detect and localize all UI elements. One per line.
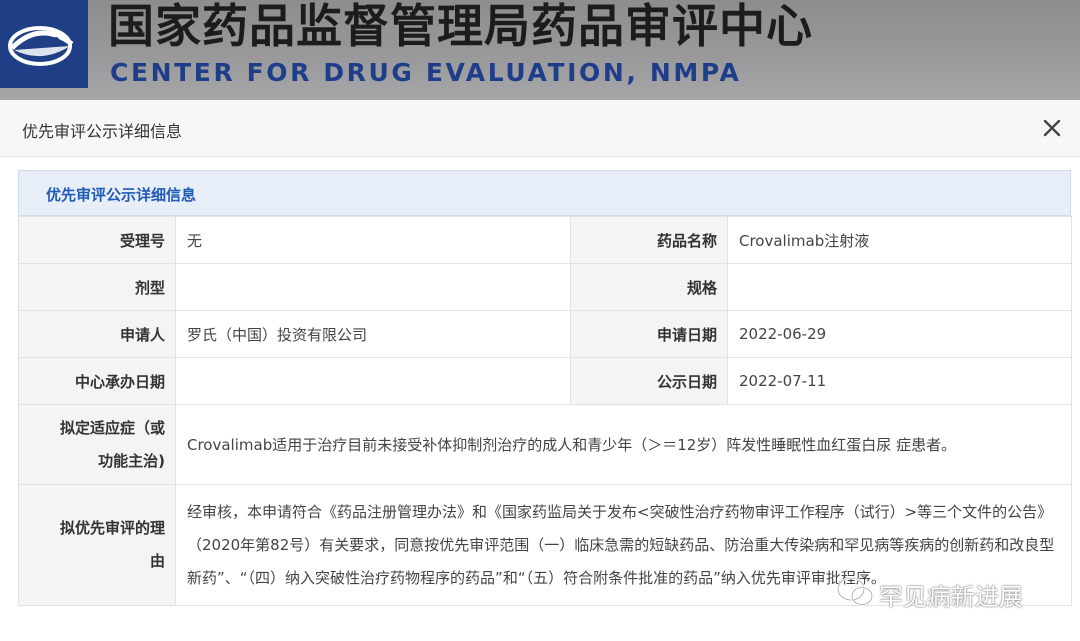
table-row: 申请人 罗氏（中国）投资有限公司 申请日期 2022-06-29 [18,310,1072,358]
wechat-icon [836,576,874,606]
cde-logo-icon [0,0,88,88]
table-row: 中心承办日期 公示日期 2022-07-11 [18,357,1072,405]
indication-label-line2: 功能主治) [98,451,165,470]
dosage-form-label: 剂型 [18,263,176,311]
center-date-label: 中心承办日期 [18,357,176,405]
dialog-content: 优先审评公示详细信息 受理号 无 药品名称 Crovalimab注射液 剂型 规… [0,157,1080,641]
detail-table: 受理号 无 药品名称 Crovalimab注射液 剂型 规格 申请人 罗氏（中国… [18,216,1072,606]
indication-label-line1: 拟定适应症（或 [59,418,165,437]
indication-label: 拟定适应症（或 功能主治) [18,404,176,485]
watermark-text: 罕见病新进展 [879,583,1023,611]
watermark: 罕见病新进展 [835,573,1055,613]
acceptance-no-label: 受理号 [18,216,176,264]
indication-value: Crovalimab适用于治疗目前未接受补体抑制剂治疗的成人和青少年（＞＝12岁… [175,404,1072,485]
drug-name-value: Crovalimab注射液 [727,216,1072,264]
reason-label: 拟优先审评的理 由 [18,484,176,606]
reason-label-line2: 由 [149,552,165,570]
applicant-value: 罗氏（中国）投资有限公司 [175,310,571,358]
site-title-en: CENTER FOR DRUG EVALUATION, NMPA [110,58,742,87]
application-date-value: 2022-06-29 [727,310,1072,358]
publicity-date-value: 2022-07-11 [727,357,1072,405]
table-row: 拟定适应症（或 功能主治) Crovalimab适用于治疗目前未接受补体抑制剂治… [18,404,1072,485]
specification-value [727,263,1072,311]
section-header: 优先审评公示详细信息 [18,170,1071,216]
dialog-title: 优先审评公示详细信息 [22,122,183,141]
acceptance-no-value: 无 [175,216,571,264]
reason-label-line1: 拟优先审评的理 [59,519,165,537]
table-row: 剂型 规格 [18,263,1072,311]
specification-label: 规格 [570,263,728,311]
application-date-label: 申请日期 [570,310,728,358]
drug-name-label: 药品名称 [570,216,728,264]
header-banner: 国家药品监督管理局药品审评中心 CENTER FOR DRUG EVALUATI… [0,0,1080,100]
dosage-form-value [175,263,571,311]
close-icon[interactable] [1040,116,1064,140]
dialog-header: 优先审评公示详细信息 [0,100,1080,157]
table-row: 受理号 无 药品名称 Crovalimab注射液 [18,216,1072,264]
close-button[interactable] [1040,116,1064,140]
center-date-value [175,357,571,405]
site-title-cn: 国家药品监督管理局药品审评中心 [108,0,813,53]
applicant-label: 申请人 [18,310,176,358]
section-title: 优先审评公示详细信息 [46,186,197,204]
publicity-date-label: 公示日期 [570,357,728,405]
